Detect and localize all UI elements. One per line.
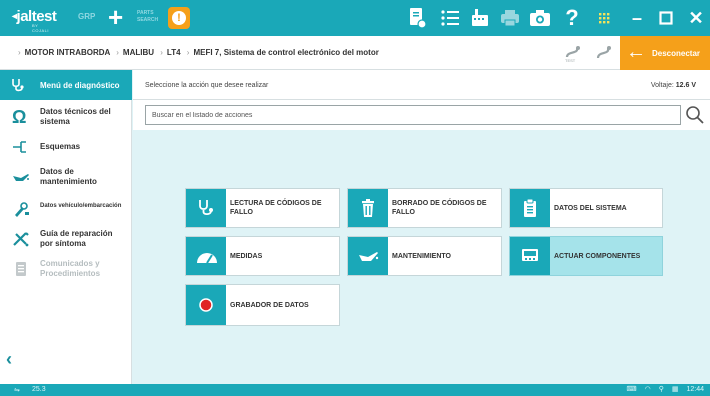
clock: 12:44 <box>686 385 704 393</box>
sidebar-item-schematics[interactable]: Esquemas <box>0 132 132 162</box>
calendar-icon: ▦ <box>671 386 679 393</box>
printer-icon[interactable] <box>498 6 522 30</box>
minimize-button[interactable]: – <box>622 0 652 36</box>
top-bar: ◂jaltest BY COJALI GRP + PARTS SEARCH ! … <box>0 0 710 36</box>
schematic-icon <box>13 141 26 153</box>
maximize-button[interactable] <box>651 0 681 36</box>
sidebar-item-vehicle-data[interactable]: Datos vehículo/embarcación <box>0 194 132 224</box>
stethoscope-icon <box>12 79 24 92</box>
clipboard-icon <box>524 198 536 217</box>
action-maintenance[interactable]: MANTENIMIENTO <box>347 236 502 276</box>
parts-search-button[interactable]: PARTS SEARCH <box>137 10 158 24</box>
sidebar-item-diagnostic-menu[interactable]: Menú de diagnóstico <box>0 70 132 100</box>
record-icon <box>199 298 213 312</box>
search-small-icon[interactable]: ⚲ <box>659 385 664 393</box>
action-clear-fault-codes[interactable]: BORRADO DE CÓDIGOS DE FALLO <box>347 188 502 228</box>
apps-grid-icon <box>599 13 610 24</box>
document-icon <box>16 262 26 276</box>
help-icon[interactable]: ? <box>560 6 584 30</box>
breadcrumb-item: MEFI 7, Sistema de control electrónico d… <box>193 48 379 57</box>
back-arrow-icon: ← <box>626 41 646 63</box>
sidebar-item-bulletins: Comunicados y Procedimientos <box>0 254 132 284</box>
action-actuate-components[interactable]: ACTUAR COMPONENTES <box>509 236 663 276</box>
apps-grid-button[interactable] <box>589 0 619 36</box>
disconnect-button[interactable]: ← Desconectar <box>620 36 710 70</box>
device-icon[interactable] <box>468 6 492 30</box>
list-icon[interactable] <box>438 6 462 30</box>
connection-icon[interactable] <box>594 45 616 63</box>
action-prompt: Seleccione la acción que desee realizar <box>145 82 269 89</box>
version-label: 25.3 <box>32 386 46 393</box>
jaltest-logo[interactable]: ◂jaltest BY COJALI <box>12 8 57 33</box>
report-icon[interactable] <box>405 6 429 30</box>
sidebar-item-technical-data[interactable]: Ω Datos técnicos del sistema <box>0 102 132 132</box>
component-icon <box>522 249 538 261</box>
tools-icon <box>13 232 29 247</box>
add-icon[interactable]: + <box>108 2 123 32</box>
sidebar: Menú de diagnóstico Ω Datos técnicos del… <box>0 70 132 384</box>
collapse-sidebar-icon[interactable]: ‹ <box>6 350 20 368</box>
sidebar-item-repair-guide[interactable]: Guía de reparación por síntoma <box>0 224 132 254</box>
oil-can-icon <box>13 174 29 181</box>
action-measurements[interactable]: MEDIDAS <box>185 236 340 276</box>
test-mode-icon[interactable]: TEST <box>563 45 585 63</box>
gauge-icon <box>197 253 217 264</box>
breadcrumb-bar: › MOTOR INTRABORDA › MALIBU › LT4 › MEFI 7, … <box>0 36 710 70</box>
close-button[interactable]: ✕ <box>681 0 710 36</box>
breadcrumb-item[interactable]: MOTOR INTRABORDA <box>25 48 110 57</box>
trash-icon <box>362 199 374 217</box>
action-data-recorder[interactable]: GRABADOR DE DATOS <box>185 284 340 326</box>
search-field[interactable] <box>145 105 681 125</box>
exclamation-icon: ! <box>177 12 181 24</box>
maximize-icon <box>659 11 673 25</box>
breadcrumb-item[interactable]: LT4 <box>167 48 181 57</box>
main-header: Seleccione la acción que desee realizar … <box>133 70 710 100</box>
search-area <box>133 100 710 130</box>
breadcrumb-item[interactable]: MALIBU <box>123 48 154 57</box>
omega-icon: Ω <box>12 107 27 127</box>
action-read-fault-codes[interactable]: LECTURA DE CÓDIGOS DE FALLO <box>185 188 340 228</box>
stethoscope-icon <box>199 200 213 216</box>
breadcrumb: › MOTOR INTRABORDA › MALIBU › LT4 › MEFI 7, … <box>18 48 379 57</box>
svg-text:TEST: TEST <box>565 58 576 63</box>
alert-button[interactable]: ! <box>168 7 190 29</box>
keyboard-icon[interactable]: ⌨ <box>626 385 636 393</box>
grp-label: GRP <box>78 12 96 21</box>
action-system-data[interactable]: DATOS DEL SISTEMA <box>509 188 663 228</box>
search-input[interactable] <box>146 106 680 124</box>
oil-can-icon <box>359 252 379 261</box>
camera-icon[interactable] <box>528 6 552 30</box>
wifi-icon: ◠ <box>644 386 651 393</box>
status-bar: ⇋ 25.3 ⌨ ◠ ⚲ ▦ 12:44 <box>0 384 710 396</box>
sidebar-item-maintenance-data[interactable]: Datos de mantenimiento <box>0 162 132 192</box>
voltage-readout: Voltaje: 12.6 V <box>650 82 696 89</box>
wrench-vehicle-icon <box>15 202 29 217</box>
usb-icon: ⇋ <box>14 387 20 394</box>
search-icon[interactable] <box>685 105 705 125</box>
